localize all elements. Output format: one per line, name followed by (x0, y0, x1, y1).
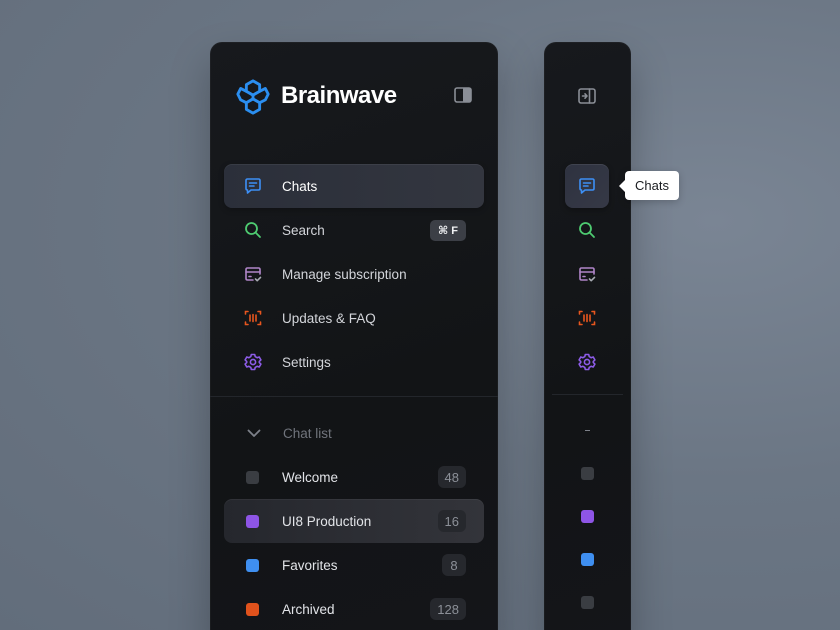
barcode-scan-icon (242, 307, 264, 329)
chat-count-badge: 8 (442, 554, 466, 576)
nav-label: Chats (282, 178, 318, 194)
chevron-down-icon (243, 422, 265, 444)
collapsed-nav-chats[interactable] (565, 164, 609, 208)
chat-list-header: Chat list (283, 425, 332, 441)
chat-color-swatch (580, 596, 594, 609)
nav-item-updates-faq[interactable]: Updates & FAQ (224, 296, 484, 340)
collapsed-chat-list-toggle[interactable] (565, 409, 609, 452)
brainwave-logo-icon (236, 79, 270, 115)
sidebar-toggle-icon (454, 87, 472, 103)
sidebar-header: Brainwave (234, 76, 474, 116)
chat-item-archived[interactable]: Archived 128 (224, 587, 484, 630)
nav-label: Settings (282, 354, 331, 370)
chat-list: Chat list Welcome 48 UI8 Production 16 F… (224, 411, 484, 630)
collapsed-chat-item-ui8-production[interactable] (565, 495, 609, 538)
collapsed-nav-settings[interactable] (565, 340, 609, 384)
sidebar-expanded: Brainwave Chats Search ⌘ F Manage subscr… (210, 42, 498, 630)
gear-icon (242, 351, 264, 373)
nav-item-chats[interactable]: Chats (224, 164, 484, 208)
chat-color-swatch (246, 558, 259, 572)
nav-label: Manage subscription (282, 266, 407, 282)
chat-label: Welcome (282, 469, 339, 485)
chat-color-swatch (580, 467, 594, 480)
chat-bubble-icon (579, 178, 595, 194)
collapsed-chat-item-favorites[interactable] (565, 538, 609, 581)
collapsed-nav (565, 164, 609, 384)
collapsed-chat-item-archived[interactable] (565, 581, 609, 624)
chat-item-favorites[interactable]: Favorites 8 (224, 543, 484, 587)
nav-item-search[interactable]: Search ⌘ F (224, 208, 484, 252)
nav-item-settings[interactable]: Settings (224, 340, 484, 384)
search-icon (242, 219, 264, 241)
collapsed-nav-manage-subscription[interactable] (565, 252, 609, 296)
chat-color-swatch (246, 514, 259, 528)
keyboard-shortcut-badge: ⌘ F (430, 220, 466, 241)
collapse-sidebar-button[interactable] (452, 84, 474, 106)
chat-list-toggle[interactable]: Chat list (224, 411, 484, 455)
search-icon (579, 222, 595, 238)
chat-label: Archived (282, 601, 335, 617)
chat-color-swatch (580, 510, 594, 523)
brand-name: Brainwave (281, 82, 397, 109)
chat-label: Favorites (282, 557, 338, 573)
section-divider (210, 396, 498, 397)
barcode-scan-icon (578, 310, 596, 326)
chat-bubble-icon (242, 175, 264, 197)
chat-item-welcome[interactable]: Welcome 48 (224, 455, 484, 499)
chat-count-badge: 48 (437, 466, 466, 488)
card-check-icon (242, 263, 264, 285)
collapse-dash-icon (584, 430, 590, 431)
chat-color-swatch (246, 470, 259, 484)
collapsed-nav-updates-faq[interactable] (565, 296, 609, 340)
chat-count-badge: 128 (430, 598, 466, 620)
chat-color-swatch (580, 553, 594, 566)
collapsed-nav-search[interactable] (565, 208, 609, 252)
collapsed-chat-list (565, 409, 609, 624)
expand-sidebar-button[interactable] (576, 85, 598, 107)
nav-label: Search (282, 222, 325, 238)
section-divider (552, 394, 623, 395)
card-check-icon (579, 267, 596, 282)
sidebar-collapsed (544, 42, 631, 630)
collapsed-chat-item-welcome[interactable] (565, 452, 609, 495)
nav-label: Updates & FAQ (282, 310, 376, 326)
chat-item-ui8-production[interactable]: UI8 Production 16 (224, 499, 484, 543)
chats-tooltip: Chats (619, 171, 679, 200)
gear-icon (578, 353, 596, 371)
expand-sidebar-icon (578, 88, 596, 104)
chat-color-swatch (246, 602, 259, 616)
chat-count-badge: 16 (437, 510, 466, 532)
nav-item-manage-subscription[interactable]: Manage subscription (224, 252, 484, 296)
chat-label: UI8 Production (282, 513, 372, 529)
main-nav: Chats Search ⌘ F Manage subscription Upd… (224, 164, 484, 384)
